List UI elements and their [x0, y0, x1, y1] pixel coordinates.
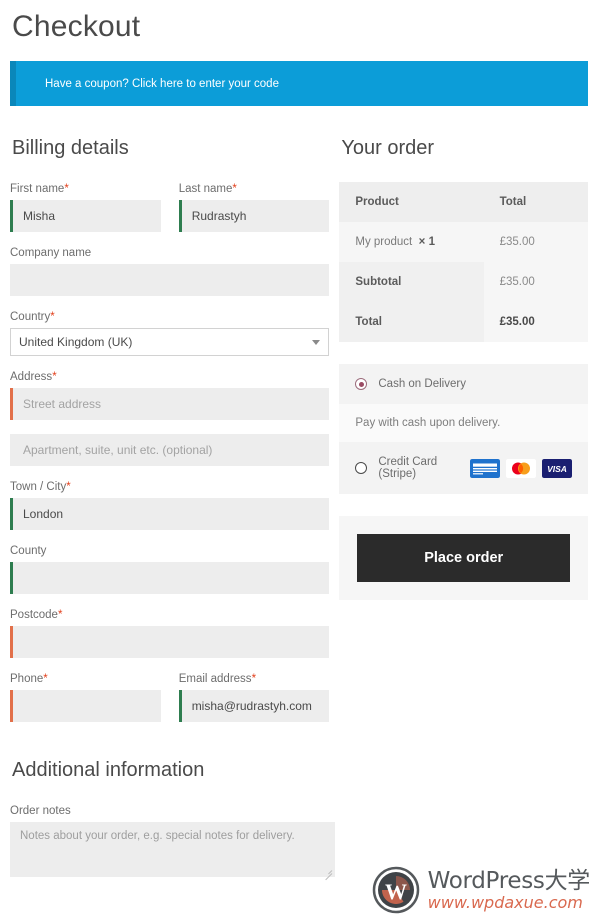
- address-line-2-input[interactable]: [10, 434, 330, 466]
- required-asterisk: *: [52, 371, 57, 383]
- order-notes-wrapper: [10, 822, 335, 881]
- place-order-container: Place order: [339, 516, 588, 600]
- billing-details-heading: Billing details: [12, 137, 129, 159]
- svg-text:W: W: [385, 879, 407, 904]
- required-asterisk: *: [66, 481, 71, 493]
- watermark-title: WordPress大学: [427, 867, 591, 894]
- address-label: Address*: [10, 371, 57, 383]
- order-subtotal-value: £35.00: [483, 262, 588, 302]
- watermark-url: www.wpdaxue.com: [427, 892, 583, 912]
- accepted-card-icons: VISA: [470, 458, 572, 478]
- payment-method-cod-description: Pay with cash upon delivery.: [339, 404, 588, 442]
- name-field-row: First name* Last name*: [10, 182, 330, 246]
- order-item-name-cell: My product × 1: [339, 222, 484, 262]
- watermark: W WordPress大学 www.wpdaxue.com: [372, 866, 590, 914]
- billing-column: Billing details First name* Last name* C…: [10, 136, 330, 736]
- mastercard-card-icon: [506, 458, 536, 478]
- email-field: Email address*: [178, 672, 330, 722]
- order-item-total: £35.00: [483, 222, 588, 262]
- last-name-input[interactable]: [178, 200, 330, 232]
- required-asterisk: *: [57, 609, 63, 621]
- place-order-button[interactable]: Place order: [357, 534, 570, 582]
- phone-field: Phone*: [10, 672, 161, 722]
- order-notes-label: Order notes: [10, 805, 71, 817]
- order-total-value: £35.00: [483, 302, 588, 342]
- order-line-item-row: My product × 1 £35.00: [339, 222, 588, 262]
- order-item-qty: × 1: [418, 236, 435, 248]
- address-line-1-field: Address*: [10, 370, 330, 420]
- payment-method-stripe-label: Credit Card (Stripe): [378, 456, 438, 480]
- radio-unselected-icon[interactable]: [355, 462, 368, 474]
- order-table-header-row: Product Total: [339, 182, 588, 222]
- payment-method-stripe[interactable]: Credit Card (Stripe) VISA: [339, 442, 588, 494]
- last-name-label: Last name*: [178, 183, 237, 195]
- country-field: Country*: [10, 310, 330, 356]
- company-name-field: Company name: [10, 246, 330, 296]
- checkout-page: Checkout Have a coupon? Click here to en…: [0, 8, 598, 881]
- order-subtotal-label: Subtotal: [339, 262, 484, 302]
- postcode-input[interactable]: [10, 626, 330, 658]
- watermark-text: WordPress大学 www.wpdaxue.com: [427, 867, 591, 912]
- payment-methods-box: Cash on Delivery Pay with cash upon deli…: [339, 364, 588, 494]
- county-label: County: [10, 545, 47, 557]
- coupon-link[interactable]: Have a coupon? Click here to enter your …: [45, 78, 279, 90]
- order-total-row: Total £35.00: [339, 302, 588, 342]
- address-line-1-input[interactable]: [10, 388, 330, 420]
- visa-card-icon: VISA: [542, 458, 572, 478]
- order-item-name: My product: [355, 236, 413, 248]
- county-input[interactable]: [10, 562, 330, 594]
- your-order-heading: Your order: [341, 137, 435, 159]
- required-asterisk: *: [251, 673, 257, 685]
- first-name-input[interactable]: [10, 200, 161, 232]
- order-subtotal-row: Subtotal £35.00: [339, 262, 588, 302]
- wordpress-logo-icon: W: [372, 866, 419, 914]
- payment-method-cod-label: Cash on Delivery: [378, 378, 466, 390]
- company-name-label: Company name: [10, 247, 92, 259]
- city-label: Town / City*: [10, 481, 71, 493]
- order-total-label: Total: [339, 302, 484, 342]
- address-line-2-field: [10, 434, 330, 466]
- coupon-notice-bar[interactable]: Have a coupon? Click here to enter your …: [10, 61, 588, 106]
- country-select-wrapper: [10, 328, 330, 356]
- order-header-product: Product: [339, 182, 484, 222]
- first-name-label: First name*: [10, 183, 69, 195]
- payment-method-cod[interactable]: Cash on Delivery: [339, 364, 588, 404]
- last-name-field: Last name*: [178, 182, 330, 232]
- checkout-columns: Billing details First name* Last name* C…: [10, 136, 588, 736]
- order-header-total: Total: [483, 182, 588, 222]
- contact-field-row: Phone* Email address*: [10, 672, 330, 736]
- email-input[interactable]: [178, 690, 330, 722]
- radio-selected-icon[interactable]: [355, 378, 368, 390]
- first-name-field: First name*: [10, 182, 161, 232]
- email-label: Email address*: [178, 673, 257, 685]
- county-field: County: [10, 544, 330, 594]
- country-select[interactable]: [10, 328, 330, 356]
- order-review-table: Product Total My product × 1 £35.00 Subt…: [339, 182, 588, 342]
- order-review-column: Your order Product Total My product × 1 …: [339, 136, 588, 600]
- postcode-field: Postcode*: [10, 608, 330, 658]
- svg-text:VISA: VISA: [547, 464, 567, 474]
- additional-information-section: Additional information Order notes: [10, 758, 335, 881]
- required-asterisk: *: [232, 183, 237, 195]
- postcode-label: Postcode*: [10, 609, 63, 621]
- amex-card-icon: [470, 458, 500, 478]
- city-field: Town / City*: [10, 480, 330, 530]
- country-label: Country*: [10, 311, 55, 323]
- city-input[interactable]: [10, 498, 330, 530]
- company-name-input[interactable]: [10, 264, 330, 296]
- required-asterisk: *: [50, 311, 55, 323]
- phone-label: Phone*: [10, 673, 48, 685]
- required-asterisk: *: [64, 183, 69, 195]
- order-notes-textarea[interactable]: [10, 822, 335, 877]
- page-title: Checkout: [12, 10, 141, 43]
- order-notes-field: Order notes: [10, 804, 335, 881]
- phone-input[interactable]: [10, 690, 161, 722]
- additional-information-heading: Additional information: [12, 759, 205, 781]
- required-asterisk: *: [43, 673, 48, 685]
